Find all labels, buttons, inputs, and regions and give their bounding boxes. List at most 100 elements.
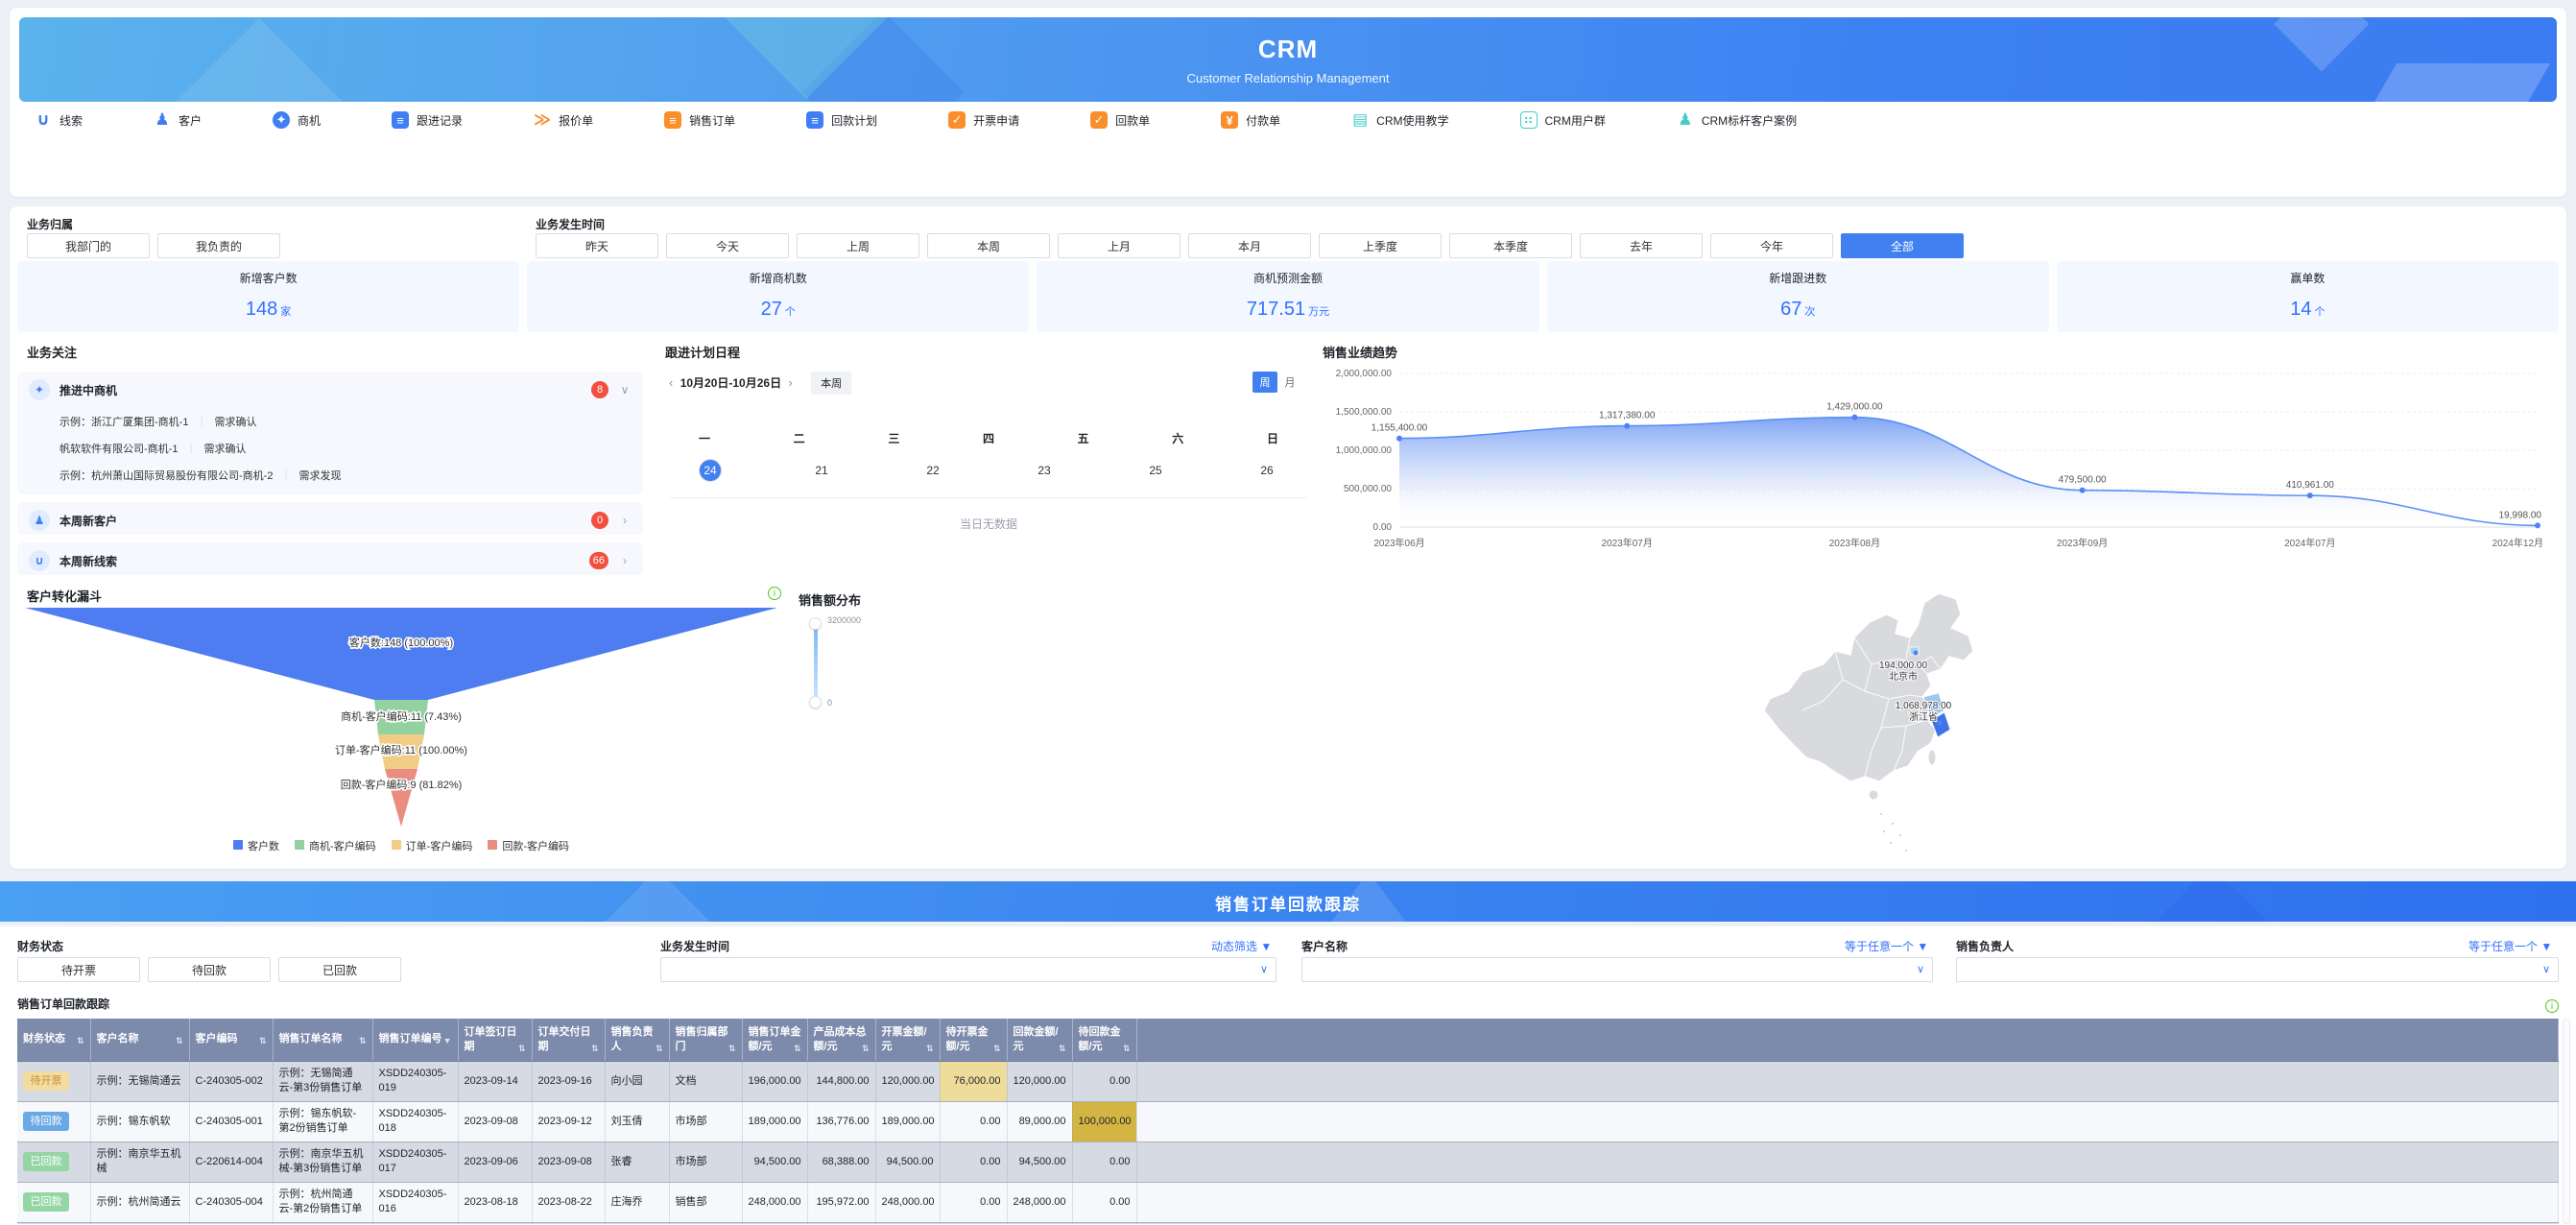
focus-list-item[interactable]: 示例：浙江广厦集团-商机-1｜需求确认 xyxy=(60,408,632,435)
column-header-产品成本总额/元[interactable]: 产品成本总额/元⇅ xyxy=(807,1019,875,1061)
legend-item-订单-客户编码[interactable]: 订单-客户编码 xyxy=(392,838,473,853)
time-button-上周[interactable]: 上周 xyxy=(797,233,919,258)
dynamic-filter-link[interactable]: 动态筛选 ▼ xyxy=(1211,938,1272,954)
sort-icon[interactable]: ⇅ xyxy=(862,1043,870,1054)
time-button-昨天[interactable]: 昨天 xyxy=(536,233,658,258)
column-header-财务状态[interactable]: 财务状态⇅ xyxy=(17,1019,90,1061)
slider-max-handle[interactable] xyxy=(809,617,822,630)
time-button-本月[interactable]: 本月 xyxy=(1188,233,1311,258)
calendar-date-21[interactable]: 21 xyxy=(810,459,833,482)
funnel-stage-回款-客户编码[interactable] xyxy=(385,769,417,827)
funnel-stage-客户数[interactable] xyxy=(25,608,777,700)
sort-icon[interactable]: ⇅ xyxy=(993,1043,1001,1054)
chevron-right-icon[interactable]: › xyxy=(618,554,632,567)
chevron-down-icon[interactable]: ∨ xyxy=(618,383,632,396)
column-header-销售归属部门[interactable]: 销售归属部门⇅ xyxy=(669,1019,742,1061)
sort-icon[interactable]: ⇅ xyxy=(1059,1043,1066,1054)
week-view-toggle[interactable]: 周 xyxy=(1252,372,1277,393)
table-row[interactable]: 待回款示例：锡东帆软C-240305-001示例：锡东帆软-第2份销售订单XSD… xyxy=(17,1101,2559,1141)
time-button-本季度[interactable]: 本季度 xyxy=(1449,233,1572,258)
time-button-今年[interactable]: 今年 xyxy=(1710,233,1833,258)
sort-icon[interactable]: ▼ xyxy=(443,1035,452,1046)
column-header-销售订单编号[interactable]: 销售订单编号▼ xyxy=(372,1019,458,1061)
ownership-button-我负责的[interactable]: 我负责的 xyxy=(157,233,280,258)
focus-group-header[interactable]: ✦推进中商机8∨ xyxy=(17,372,643,408)
column-header-订单交付日期[interactable]: 订单交付日期⇅ xyxy=(532,1019,605,1061)
nav-item-回款计划[interactable]: ≡回款计划 xyxy=(806,111,877,129)
legend-item-回款-客户编码[interactable]: 回款-客户编码 xyxy=(488,838,569,853)
table-scrollbar[interactable] xyxy=(2563,1019,2570,1224)
finance-button-待回款[interactable]: 待回款 xyxy=(148,957,271,982)
time-button-上季度[interactable]: 上季度 xyxy=(1319,233,1442,258)
sort-icon[interactable]: ⇅ xyxy=(728,1043,736,1054)
calendar-date-24[interactable]: 24 xyxy=(699,459,722,482)
sort-icon[interactable]: ⇅ xyxy=(591,1043,599,1054)
column-header-客户名称[interactable]: 客户名称⇅ xyxy=(90,1019,189,1061)
focus-group-header[interactable]: ∪本周新线索66› xyxy=(17,542,643,575)
calendar-date-25[interactable]: 25 xyxy=(1144,459,1167,482)
calendar-date-22[interactable]: 22 xyxy=(921,459,944,482)
table-row[interactable]: 已回款示例：杭州简通云C-240305-004示例：杭州简通云-第2份销售订单X… xyxy=(17,1182,2559,1222)
beijing-marker[interactable] xyxy=(1914,651,1919,656)
table-info-icon[interactable]: i xyxy=(2545,999,2559,1013)
nav-item-开票申请[interactable]: ✓开票申请 xyxy=(948,111,1019,129)
table-row[interactable]: 待开票示例：无锡简通云C-240305-002示例：无锡简通云-第3份销售订单X… xyxy=(17,1061,2559,1101)
sort-icon[interactable]: ⇅ xyxy=(926,1043,934,1054)
sort-icon[interactable]: ⇅ xyxy=(656,1043,663,1054)
time-select[interactable]: ∨ xyxy=(660,957,1276,982)
sales-distribution-slider[interactable] xyxy=(814,621,818,704)
time-button-今天[interactable]: 今天 xyxy=(666,233,789,258)
time-button-全部[interactable]: 全部 xyxy=(1841,233,1964,258)
column-header-销售订单名称[interactable]: 销售订单名称⇅ xyxy=(273,1019,372,1061)
calendar-prev-icon[interactable]: ‹ xyxy=(665,375,677,390)
ownership-button-我部门的[interactable]: 我部门的 xyxy=(27,233,150,258)
focus-list-item[interactable]: 示例：杭州萧山国际贸易股份有限公司-商机-2｜需求发现 xyxy=(60,462,632,489)
table-row[interactable]: 已回款示例：南京华五机械C-220614-004示例：南京华五机械-第3份销售订… xyxy=(17,1141,2559,1182)
sort-icon[interactable]: ⇅ xyxy=(518,1043,526,1054)
funnel-info-icon[interactable]: i xyxy=(768,587,781,600)
nav-item-回款单[interactable]: ✓回款单 xyxy=(1090,111,1150,129)
nav-item-CRM使用教学[interactable]: ▤CRM使用教学 xyxy=(1351,111,1448,129)
legend-item-商机-客户编码[interactable]: 商机-客户编码 xyxy=(295,838,376,853)
focus-group-推进中商机[interactable]: ✦推进中商机8∨示例：浙江广厦集团-商机-1｜需求确认帆软软件有限公司-商机-1… xyxy=(17,372,643,494)
column-header-回款金额/元[interactable]: 回款金额/元⇅ xyxy=(1007,1019,1072,1061)
sort-icon[interactable]: ⇅ xyxy=(359,1035,367,1046)
nav-item-付款单[interactable]: ¥付款单 xyxy=(1221,111,1280,129)
column-header-销售订单金额/元[interactable]: 销售订单金额/元⇅ xyxy=(742,1019,807,1061)
focus-list-item[interactable]: 示例：锡东帆软-商机-3｜方案报价 xyxy=(60,489,632,494)
nav-item-跟进记录[interactable]: ≡跟进记录 xyxy=(392,111,463,129)
sort-icon[interactable]: ⇅ xyxy=(176,1035,183,1046)
nav-item-商机[interactable]: ✦商机 xyxy=(273,111,321,129)
trend-data-point[interactable] xyxy=(1851,415,1857,420)
column-header-订单签订日期[interactable]: 订单签订日期⇅ xyxy=(458,1019,532,1061)
nav-item-客户[interactable]: ♟客户 xyxy=(154,111,202,129)
time-button-去年[interactable]: 去年 xyxy=(1580,233,1703,258)
focus-group-header[interactable]: ♟本周新客户0› xyxy=(17,502,643,535)
nav-item-CRM标杆客户案例[interactable]: ♟CRM标杆客户案例 xyxy=(1677,111,1797,129)
zhejiang-marker[interactable] xyxy=(1938,721,1943,726)
finance-button-已回款[interactable]: 已回款 xyxy=(278,957,401,982)
month-view-toggle[interactable]: 月 xyxy=(1277,372,1302,393)
calendar-date-26[interactable]: 26 xyxy=(1255,459,1278,482)
column-header-客户编码[interactable]: 客户编码⇅ xyxy=(189,1019,273,1061)
trend-data-point[interactable] xyxy=(1624,423,1630,429)
column-header-待回款金额/元[interactable]: 待回款金额/元⇅ xyxy=(1072,1019,1136,1061)
column-header-待开票金额/元[interactable]: 待开票金额/元⇅ xyxy=(940,1019,1007,1061)
slider-min-handle[interactable] xyxy=(809,696,822,709)
trend-data-point[interactable] xyxy=(2080,488,2086,493)
calendar-next-icon[interactable]: › xyxy=(784,375,796,390)
customer-name-select[interactable]: ∨ xyxy=(1301,957,1933,982)
customer-match-any-link[interactable]: 等于任意一个 ▼ xyxy=(1845,938,1928,954)
legend-item-客户数[interactable]: 客户数 xyxy=(233,838,279,853)
calendar-date-23[interactable]: 23 xyxy=(1033,459,1056,482)
chevron-right-icon[interactable]: › xyxy=(618,514,632,527)
owner-match-any-link[interactable]: 等于任意一个 ▼ xyxy=(2469,938,2552,954)
sort-icon[interactable]: ⇅ xyxy=(259,1035,267,1046)
table-row[interactable]: 已回款示例：无锡帆软C-240305-003示例：无锡帆软-第2份销售订单XSD… xyxy=(17,1222,2559,1224)
trend-data-point[interactable] xyxy=(2307,492,2313,498)
focus-group-本周新线索[interactable]: ∪本周新线索66› xyxy=(17,542,643,575)
column-header-开票金额/元[interactable]: 开票金额/元⇅ xyxy=(875,1019,940,1061)
trend-data-point[interactable] xyxy=(2535,522,2540,528)
time-button-上月[interactable]: 上月 xyxy=(1058,233,1181,258)
trend-data-point[interactable] xyxy=(1396,436,1402,442)
